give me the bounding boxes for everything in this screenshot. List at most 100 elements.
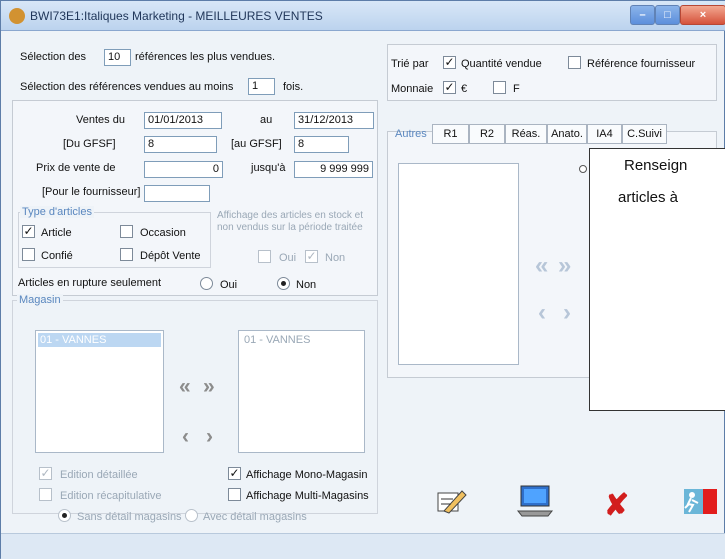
tooltip-box: Renseign articles à — [589, 148, 725, 411]
tab-anato[interactable]: Anato. — [547, 124, 587, 144]
euro-checkbox[interactable] — [443, 81, 456, 94]
criteria-move-left-icon[interactable]: ‹ — [538, 301, 546, 325]
no-detail-radio[interactable] — [58, 509, 71, 522]
detailed-edition-checkbox[interactable] — [39, 467, 52, 480]
tab-ia4[interactable]: IA4 — [587, 124, 622, 144]
euro-label: € — [461, 83, 468, 95]
exit-icon[interactable] — [678, 487, 717, 519]
title-bar: BWI73E1:Italiques Marketing - MEILLEURES… — [1, 1, 725, 31]
gsf-from-label: [Du GFSF] — [63, 138, 116, 150]
rupture-oui-label: Oui — [220, 279, 238, 291]
status-bar — [1, 533, 725, 559]
stock-oui-label: Oui — [279, 252, 297, 264]
price-to-label: jusqu'à — [251, 162, 286, 174]
tab-r1[interactable]: R1 — [432, 124, 469, 144]
price-label: Prix de vente de — [36, 162, 116, 174]
tooltip-line1: Renseign — [624, 157, 688, 174]
sales-from-input[interactable]: 01/01/2013 — [144, 112, 222, 129]
tab-reas[interactable]: Réas. — [505, 124, 547, 144]
minimize-button[interactable]: – — [630, 5, 655, 25]
with-detail-radio[interactable] — [185, 509, 198, 522]
supplier-ref-label: Référence fournisseur — [587, 58, 696, 70]
sort-label: Trié par — [391, 58, 429, 70]
criteria-move-right-icon[interactable]: › — [563, 301, 571, 325]
available-store-row[interactable]: 01 - VANNES — [38, 333, 161, 347]
rupture-non-label: Non — [296, 279, 317, 291]
minimum-count-input[interactable]: 1 — [248, 78, 275, 95]
sort-panel — [387, 44, 717, 101]
quantity-checkbox[interactable] — [443, 56, 456, 69]
available-stores-list[interactable]: 01 - VANNES — [35, 330, 164, 453]
stock-non-checkbox[interactable] — [305, 250, 318, 263]
supplier-ref-checkbox[interactable] — [568, 56, 581, 69]
rupture-oui-radio[interactable] — [200, 277, 213, 290]
criteria-list[interactable] — [398, 163, 519, 365]
currency-label: Monnaie — [391, 83, 434, 95]
franc-checkbox[interactable] — [493, 81, 506, 94]
computer-icon[interactable] — [514, 482, 554, 517]
cancel-icon[interactable]: ✘ — [604, 488, 642, 522]
mono-store-checkbox[interactable] — [228, 467, 241, 480]
multi-store-checkbox[interactable] — [228, 488, 241, 501]
quantity-label: Quantité vendue — [461, 58, 542, 70]
hidden-criterion-radio[interactable] — [579, 165, 587, 173]
minimum-sales-label: Sélection des références vendues au moin… — [20, 81, 234, 93]
confie-checkbox[interactable] — [22, 248, 35, 261]
depot-label: Dépôt Vente — [140, 250, 201, 262]
move-left-icon[interactable]: ‹ — [182, 426, 189, 447]
selection-prefix: Sélection des — [20, 51, 87, 63]
move-right-icon[interactable]: › — [206, 426, 213, 447]
tooltip-line2: articles à — [618, 189, 679, 206]
multi-store-label: Affichage Multi-Magasins — [246, 490, 369, 502]
sales-to-label: au — [260, 114, 273, 126]
sales-to-input[interactable]: 31/12/2013 — [294, 112, 374, 129]
article-checkbox[interactable] — [22, 225, 35, 238]
rupture-non-radio[interactable] — [277, 277, 290, 290]
gsf-from-input[interactable]: 8 — [144, 136, 217, 153]
main-window: BWI73E1:Italiques Marketing - MEILLEURES… — [0, 0, 725, 559]
article-label: Article — [41, 227, 72, 239]
depot-checkbox[interactable] — [120, 248, 133, 261]
tab-csuivi[interactable]: C.Suivi — [622, 124, 667, 144]
move-all-left-icon[interactable]: « — [179, 376, 191, 397]
stock-oui-checkbox[interactable] — [258, 250, 271, 263]
with-detail-label: Avec détail magasins — [203, 511, 307, 523]
price-from-input[interactable]: 0 — [144, 161, 223, 178]
tab-autres[interactable]: Autres — [395, 128, 427, 140]
sales-from-label: Ventes du — [76, 114, 125, 126]
detailed-edition-label: Edition détaillée — [60, 469, 138, 481]
top-count-input[interactable]: 10 — [104, 49, 131, 66]
minimum-sales-suffix: fois. — [283, 81, 304, 93]
supplier-input[interactable] — [144, 185, 210, 202]
criteria-move-all-right-icon[interactable]: » — [558, 254, 571, 278]
price-to-input[interactable]: 9 999 999 — [294, 161, 373, 178]
franc-label: F — [513, 83, 520, 95]
gsf-to-input[interactable]: 8 — [294, 136, 349, 153]
app-icon — [9, 8, 25, 24]
rupture-label: Articles en rupture seulement — [18, 277, 162, 289]
occasion-label: Occasion — [140, 227, 186, 239]
confie-label: Confié — [41, 250, 73, 262]
mono-store-label: Affichage Mono-Magasin — [246, 469, 368, 481]
supplier-label: [Pour le fournisseur] — [42, 186, 141, 198]
selection-suffix: références les plus vendues. — [135, 51, 276, 63]
store-legend: Magasin — [17, 294, 63, 306]
criteria-move-all-left-icon[interactable]: « — [535, 254, 548, 278]
stock-note-line2: non vendus sur la période traitée — [217, 222, 363, 233]
tab-r2[interactable]: R2 — [469, 124, 505, 144]
selected-stores-list[interactable]: 01 - VANNES — [238, 330, 365, 453]
close-window-button[interactable]: × — [680, 5, 725, 25]
move-all-right-icon[interactable]: » — [203, 376, 215, 397]
recap-edition-label: Edition récapitulative — [60, 490, 162, 502]
print-edit-icon[interactable] — [433, 485, 471, 517]
stock-note-line1: Affichage des articles en stock et — [217, 210, 364, 221]
no-detail-label: Sans détail magasins — [77, 511, 182, 523]
recap-edition-checkbox[interactable] — [39, 488, 52, 501]
gsf-to-label: [au GFSF] — [231, 138, 282, 150]
selected-store-row[interactable]: 01 - VANNES — [244, 334, 310, 346]
stock-non-label: Non — [325, 252, 346, 264]
occasion-checkbox[interactable] — [120, 225, 133, 238]
window-title: BWI73E1:Italiques Marketing - MEILLEURES… — [30, 9, 323, 23]
maximize-button[interactable]: □ — [655, 5, 680, 25]
article-type-legend: Type d'articles — [20, 206, 94, 218]
